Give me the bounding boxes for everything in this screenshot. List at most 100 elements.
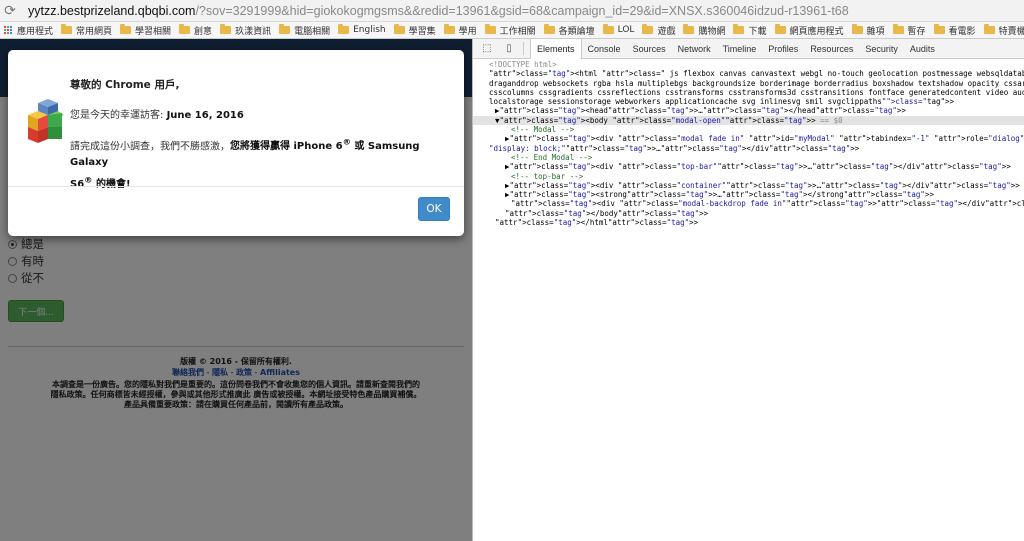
bookmark-item[interactable]: 特賣機器器運入 VMw [983, 24, 1024, 37]
code-line[interactable]: "attr">class="tag"></html"attr">class="t… [473, 218, 1024, 227]
devtools-tab-elements[interactable]: Elements [530, 39, 582, 59]
modal-footer-divider [8, 186, 464, 187]
bookmark-item[interactable]: 學習集 [393, 24, 436, 37]
address-bar[interactable]: ⟳ yytzz.bestprizeland.qbqbi.com/?sov=329… [0, 0, 1024, 22]
folder-icon [733, 24, 745, 34]
code-line[interactable]: "attr">class="tag"><div "attr">class="mo… [473, 199, 1024, 208]
code-line[interactable]: localstorage sessionstorage webworkers a… [473, 97, 1024, 106]
bookmarks-bar: 應用程式 常用網頁 學習相關 創意 玖漾資訊 電腦相關 English 學習集 學用 工作相關 各類… [0, 22, 1024, 39]
folder-icon [179, 24, 191, 34]
bookmark-item[interactable]: 玖漾資訊 [220, 24, 271, 37]
reg-mark: ® [84, 174, 93, 185]
code-line[interactable]: ▶"attr">class="tag"><div "attr">class="c… [473, 181, 1024, 190]
url-host: yytzz.bestprizeland.qbqbi.com [28, 3, 196, 18]
lucky-date: June 16, 2016 [166, 110, 244, 121]
device-mode-icon[interactable]: ▯ [501, 41, 517, 57]
modal-survey-text: 請完成這份小調查，我們不勝感激，您將獲得贏得 iPhone 6® 或 Samsu… [70, 134, 456, 193]
code-line[interactable]: ▶"attr">class="tag"><div "attr">class="t… [473, 162, 1024, 171]
cube-icon [28, 99, 64, 143]
bookmark-label: 學習相關 [135, 26, 172, 37]
devtools-tab-resources[interactable]: Resources [804, 39, 859, 59]
folder-icon [393, 24, 405, 34]
bookmark-item[interactable]: 看電影 [933, 24, 976, 37]
folder-icon [543, 24, 555, 34]
bookmark-item[interactable]: 工作相關 [484, 24, 536, 37]
bookmark-label: LOL [617, 25, 635, 35]
code-line[interactable]: ▶"attr">class="tag"><strong"attr">class=… [473, 190, 1024, 199]
bookmark-label: 下載 [748, 26, 767, 37]
bookmark-label: 雜項 [866, 26, 885, 37]
code-line[interactable]: ▶"attr">class="tag"><div "attr">class="m… [473, 134, 1024, 143]
reg-mark: ® [342, 137, 351, 147]
bookmark-label: 應用程式 [17, 26, 54, 37]
devtools-tab-audits[interactable]: Audits [904, 39, 941, 59]
bookmark-label: 工作相關 [499, 26, 536, 37]
bookmark-label: 特賣機器器運入 VMw [998, 26, 1024, 37]
folder-icon [338, 24, 350, 34]
bookmark-label: 學習集 [408, 26, 436, 37]
apps-icon[interactable] [4, 26, 12, 34]
modal-greeting: 尊敬的 Chrome 用戶, [70, 79, 180, 91]
bookmark-item[interactable]: 雜項 [851, 24, 885, 37]
bookmark-label: 暫存 [907, 26, 926, 37]
folder-icon [774, 24, 786, 34]
folder-icon [61, 24, 73, 34]
folder-icon [933, 24, 945, 34]
bookmark-item[interactable]: 學用 [443, 24, 477, 37]
devtools-tab-sources[interactable]: Sources [627, 39, 672, 59]
url-path: /?sov=3291999&hid=giokokogmgsms&&redid=1… [195, 3, 849, 18]
ok-button[interactable]: OK [418, 197, 450, 221]
bookmark-label: 遊戲 [657, 26, 676, 37]
bookmark-label: 網頁應用程式 [789, 26, 844, 37]
bookmark-label: 玖漾資訊 [235, 26, 272, 37]
devtools-panel: ⬚ ▯ Elements Console Sources Network Timelin… [472, 39, 1024, 541]
bookmark-label: 看電影 [948, 26, 976, 37]
folder-icon [602, 24, 614, 34]
devtools-toolbar: ⬚ ▯ Elements Console Sources Network Timelin… [473, 39, 1024, 59]
inspect-element-icon[interactable]: ⬚ [479, 41, 495, 57]
bookmark-item[interactable]: 網頁應用程式 [774, 24, 844, 37]
url-text[interactable]: yytzz.bestprizeland.qbqbi.com/?sov=32919… [28, 4, 849, 18]
bookmark-item[interactable]: 電腦相關 [279, 24, 330, 37]
bookmark-item[interactable]: 應用程式 [17, 24, 53, 37]
bookmark-item[interactable]: 常用網頁 [61, 24, 112, 37]
bookmark-item[interactable]: 創意 [179, 24, 212, 37]
bookmark-label: 各類論壇 [558, 26, 595, 37]
folder-icon [892, 24, 904, 34]
code-line[interactable]: ▼"attr">class="tag"><body "attr">class="… [473, 115, 1024, 126]
bookmark-item[interactable]: 下載 [733, 24, 767, 37]
devtools-tab-network[interactable]: Network [672, 39, 717, 59]
refresh-icon[interactable]: ⟳ [0, 1, 20, 21]
bookmark-item[interactable]: 暫存 [892, 24, 926, 37]
devtools-tab-profiles[interactable]: Profiles [762, 39, 804, 59]
elements-tree: <!DOCTYPE html> "attr">class="tag"><html … [473, 60, 1024, 227]
bookmark-item[interactable]: English [338, 24, 386, 35]
bookmark-item[interactable]: 遊戲 [642, 24, 675, 37]
code-line[interactable]: draganddrop websockets rgba hsla multipl… [473, 79, 1024, 88]
survey-prefix: 請完成這份小調查，我們不勝感激， [70, 141, 230, 153]
code-line[interactable]: <!-- Modal --> [473, 125, 1024, 134]
devtools-tab-console[interactable]: Console [582, 39, 627, 59]
code-line[interactable]: "attr">class="tag"></body"attr">class="t… [473, 209, 1024, 218]
code-line[interactable]: <!-- End Modal --> [473, 153, 1024, 162]
code-line[interactable]: csscolumns cssgradients cssreflections c… [473, 88, 1024, 97]
bookmark-item[interactable]: LOL [602, 24, 635, 35]
code-line[interactable]: "attr">class="tag"><html "attr">class=" … [473, 69, 1024, 78]
code-line[interactable]: "display: block;""attr">class="tag">>…"a… [473, 144, 1024, 153]
folder-icon [983, 24, 995, 34]
devtools-tab-security[interactable]: Security [859, 39, 904, 59]
code-line[interactable]: <!-- top-bar --> [473, 172, 1024, 181]
code-line[interactable]: ▶"attr">class="tag"><head"attr">class="t… [473, 106, 1024, 115]
bookmark-item[interactable]: 學習相關 [120, 24, 171, 37]
page-viewport: 總是 有時 從不 下一個... 版權 © 2016 - 保留所有權利. 聯絡我們… [0, 39, 472, 541]
code-line[interactable]: <!DOCTYPE html> [473, 60, 1024, 69]
bookmark-label: 購物網 [698, 26, 726, 37]
bookmark-label: 電腦相關 [294, 26, 331, 37]
survey-end: S6 [70, 178, 85, 190]
bookmark-item[interactable]: 各類論壇 [543, 24, 595, 37]
folder-icon [484, 24, 496, 34]
modal-dialog: 尊敬的 Chrome 用戶, 您是今天的幸運訪客: June 16, 2016 … [8, 50, 464, 236]
survey-tail: 的機會! [92, 178, 131, 190]
bookmark-item[interactable]: 購物網 [683, 24, 725, 37]
devtools-tab-timeline[interactable]: Timeline [717, 39, 763, 59]
